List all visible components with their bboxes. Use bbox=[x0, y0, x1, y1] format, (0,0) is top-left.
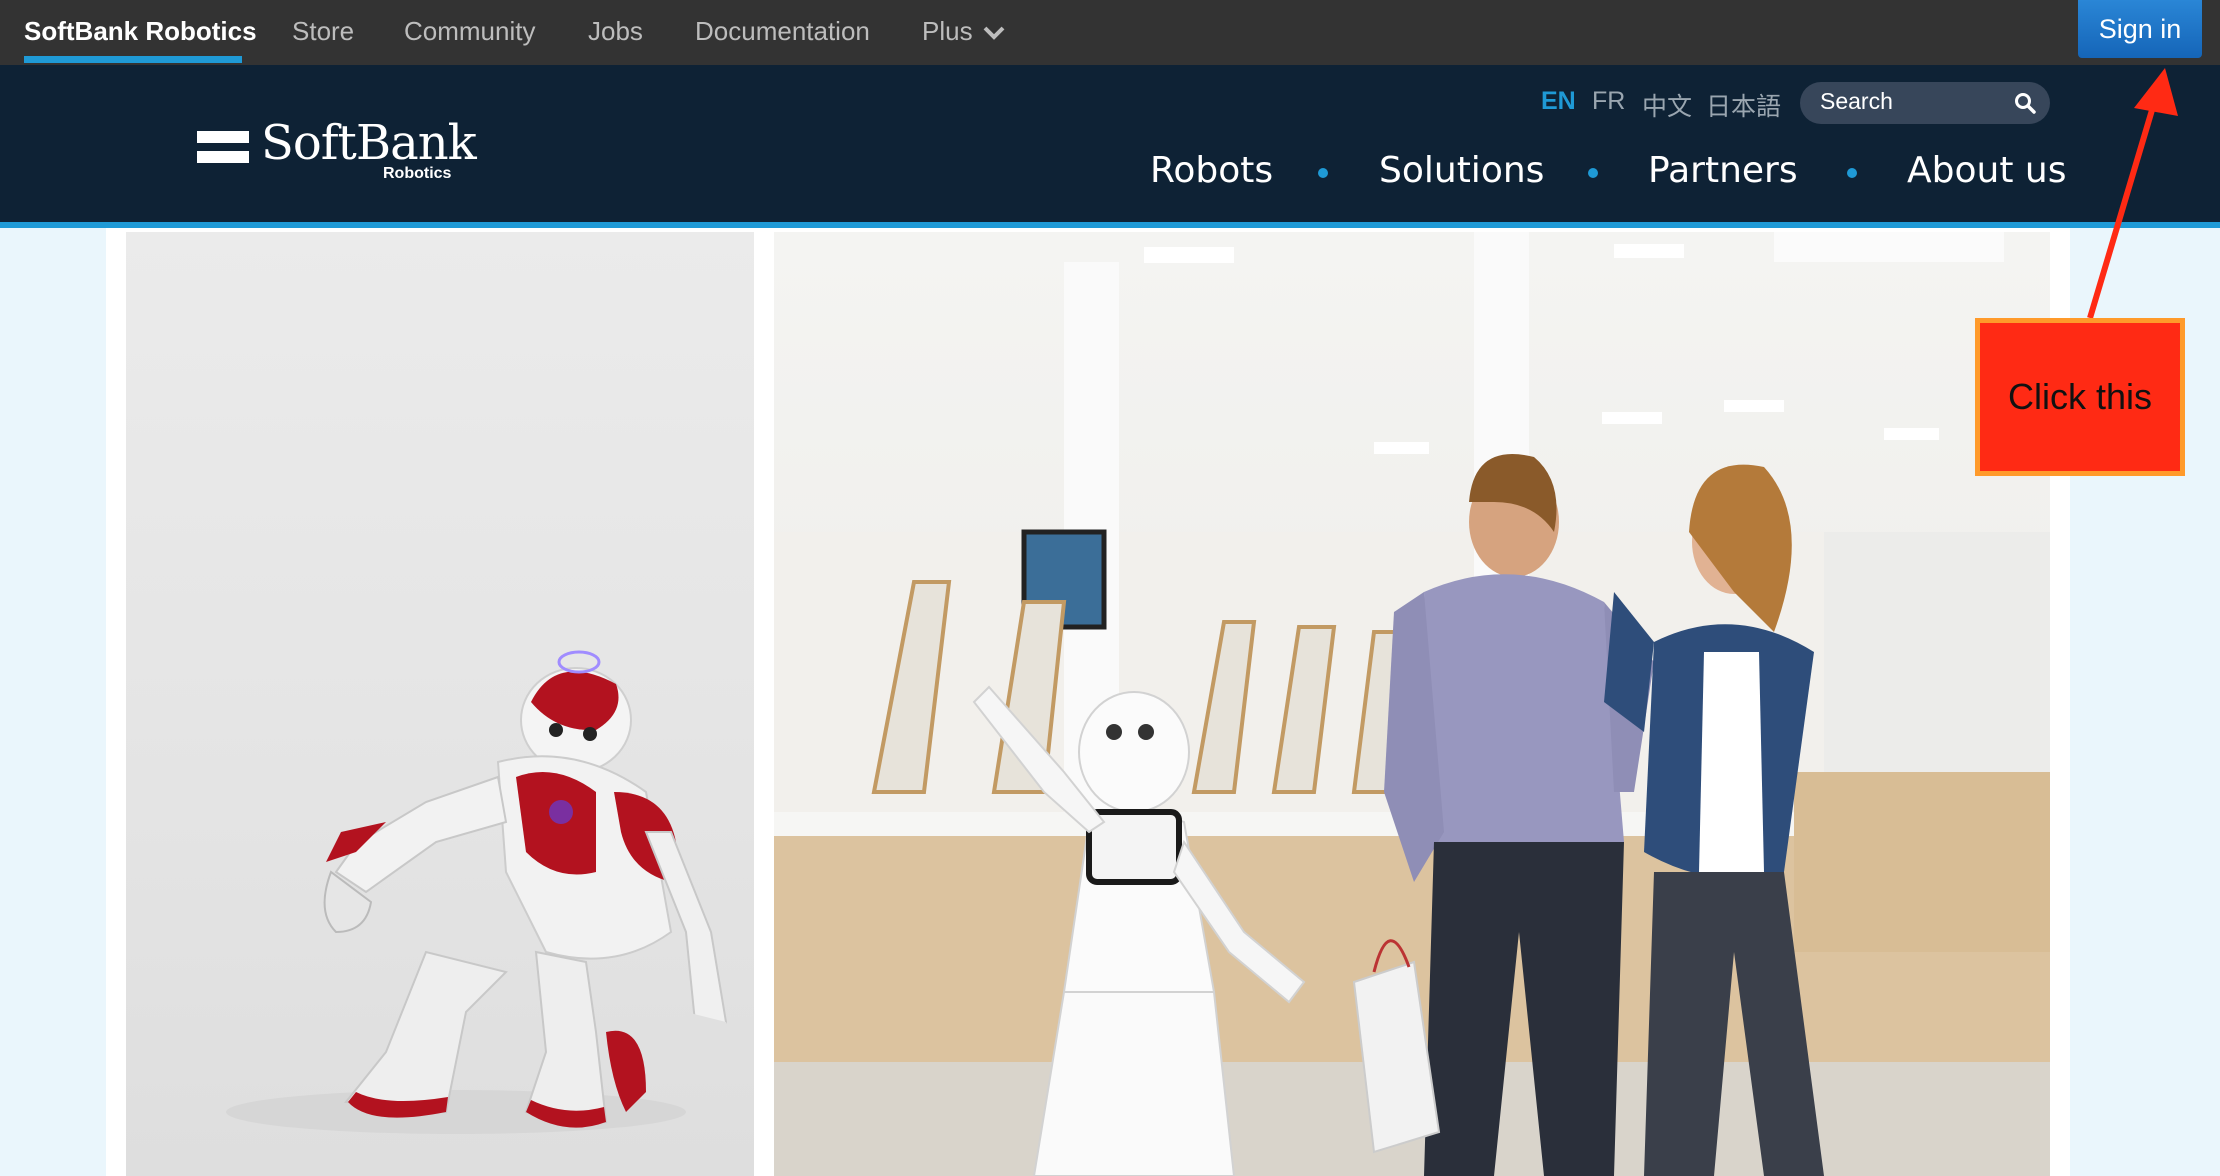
topbar-link-jobs[interactable]: Jobs bbox=[588, 0, 643, 65]
lang-en[interactable]: EN bbox=[1541, 87, 1576, 116]
nav-partners[interactable]: Partners bbox=[1648, 150, 1798, 191]
lang-ja[interactable]: 日本語 bbox=[1706, 87, 1781, 123]
logo-wordmark: SoftBank bbox=[261, 115, 477, 171]
topbar-link-community[interactable]: Community bbox=[404, 0, 535, 65]
nav-separator-dot bbox=[1588, 168, 1598, 178]
lang-zh[interactable]: 中文 bbox=[1642, 87, 1692, 123]
logo-mark-bar-bottom bbox=[197, 151, 249, 163]
top-utility-bar: SoftBank Robotics Store Community Jobs D… bbox=[0, 0, 2220, 65]
pepper-store-photo[interactable] bbox=[774, 232, 2050, 1176]
nav-solutions[interactable]: Solutions bbox=[1379, 150, 1544, 191]
topbar-link-documentation[interactable]: Documentation bbox=[695, 0, 870, 65]
chevron-down-icon bbox=[983, 26, 1004, 40]
logo-subtitle: Robotics bbox=[383, 165, 452, 182]
plus-label: Plus bbox=[922, 16, 973, 46]
nav-separator-dot bbox=[1318, 168, 1328, 178]
topbar-link-store[interactable]: Store bbox=[292, 0, 354, 65]
topbar-plus-menu[interactable]: Plus bbox=[922, 0, 1005, 65]
nav-separator-dot bbox=[1847, 168, 1857, 178]
site-header: SoftBank Robotics EN FR 中文 日本語 Search Ro… bbox=[0, 65, 2220, 225]
nao-robot-photo[interactable] bbox=[126, 232, 754, 1176]
annotation-callout: Click this bbox=[1975, 318, 2185, 476]
search-icon[interactable] bbox=[2014, 92, 2036, 114]
search-placeholder: Search bbox=[1820, 88, 1893, 114]
nav-about-us[interactable]: About us bbox=[1907, 150, 2066, 191]
lang-fr[interactable]: FR bbox=[1592, 87, 1625, 116]
brand-active-underline bbox=[24, 56, 242, 63]
search-input[interactable]: Search bbox=[1800, 82, 2050, 124]
pepper-store-illustration bbox=[774, 232, 2050, 1176]
logo-mark-bar-top bbox=[197, 131, 249, 143]
annotation-arrow bbox=[2087, 68, 2178, 319]
nav-robots[interactable]: Robots bbox=[1150, 150, 1273, 191]
nao-robot-illustration bbox=[226, 650, 729, 1134]
